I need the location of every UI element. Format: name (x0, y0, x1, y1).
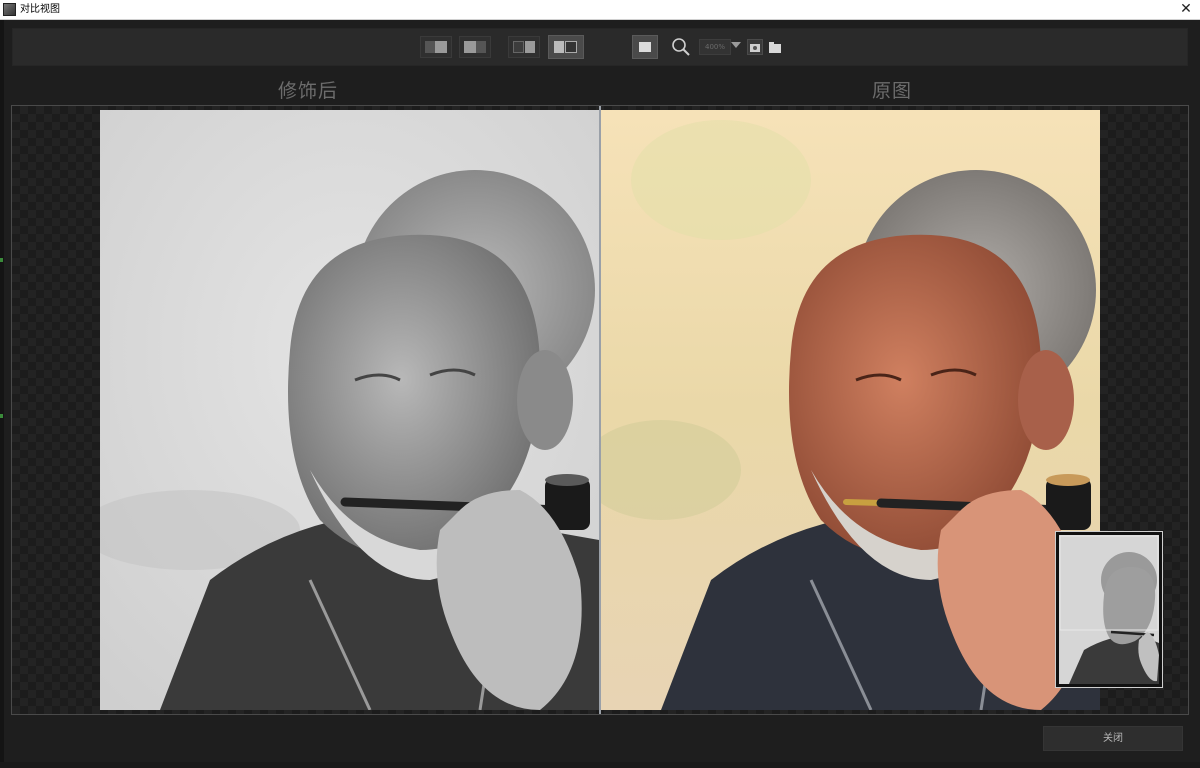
image-icon (750, 44, 760, 52)
window-close-button[interactable]: ✕ (1178, 1, 1194, 17)
before-label: 原图 (872, 80, 913, 102)
toolbar: 400% (12, 28, 1188, 66)
layout-split-vertical-button[interactable] (508, 36, 540, 58)
chevron-down-icon[interactable] (731, 42, 741, 48)
pane-highlight (435, 41, 447, 53)
layout-split-vertical-icon (513, 41, 524, 53)
window-edge (0, 20, 4, 768)
layout-single-left-icon (425, 41, 435, 53)
retouched-photo (100, 110, 599, 710)
after-label: 修饰后 (278, 80, 339, 102)
folder-icon (769, 42, 781, 53)
split-divider[interactable] (599, 106, 601, 714)
original-photo (601, 110, 1100, 710)
bottom-strip (0, 762, 1200, 768)
zoom-level-field[interactable]: 400% (699, 39, 731, 55)
layout-side-by-side-icon (554, 41, 564, 53)
fit-view-icon (639, 42, 651, 52)
magnifier-icon[interactable] (671, 37, 691, 57)
fit-view-button[interactable] (632, 35, 658, 59)
layout-single-right-icon (464, 41, 476, 53)
close-button[interactable]: 关闭 (1043, 726, 1183, 751)
pane-outline (565, 41, 577, 53)
pane-dim (476, 41, 486, 53)
layout-single-left-button[interactable] (420, 36, 452, 58)
window-title: 对比视图 (20, 4, 60, 15)
folder-button[interactable] (767, 39, 783, 55)
layout-side-by-side-button[interactable] (548, 35, 584, 59)
edge-indicator (0, 414, 3, 418)
title-bar: 对比视图 ✕ (0, 0, 1200, 20)
image-button[interactable] (747, 39, 763, 55)
layout-single-right-button[interactable] (459, 36, 491, 58)
app-icon (3, 3, 16, 16)
pane-highlight (525, 41, 535, 53)
edge-indicator (0, 258, 3, 262)
navigator-thumbnail[interactable] (1055, 531, 1163, 688)
